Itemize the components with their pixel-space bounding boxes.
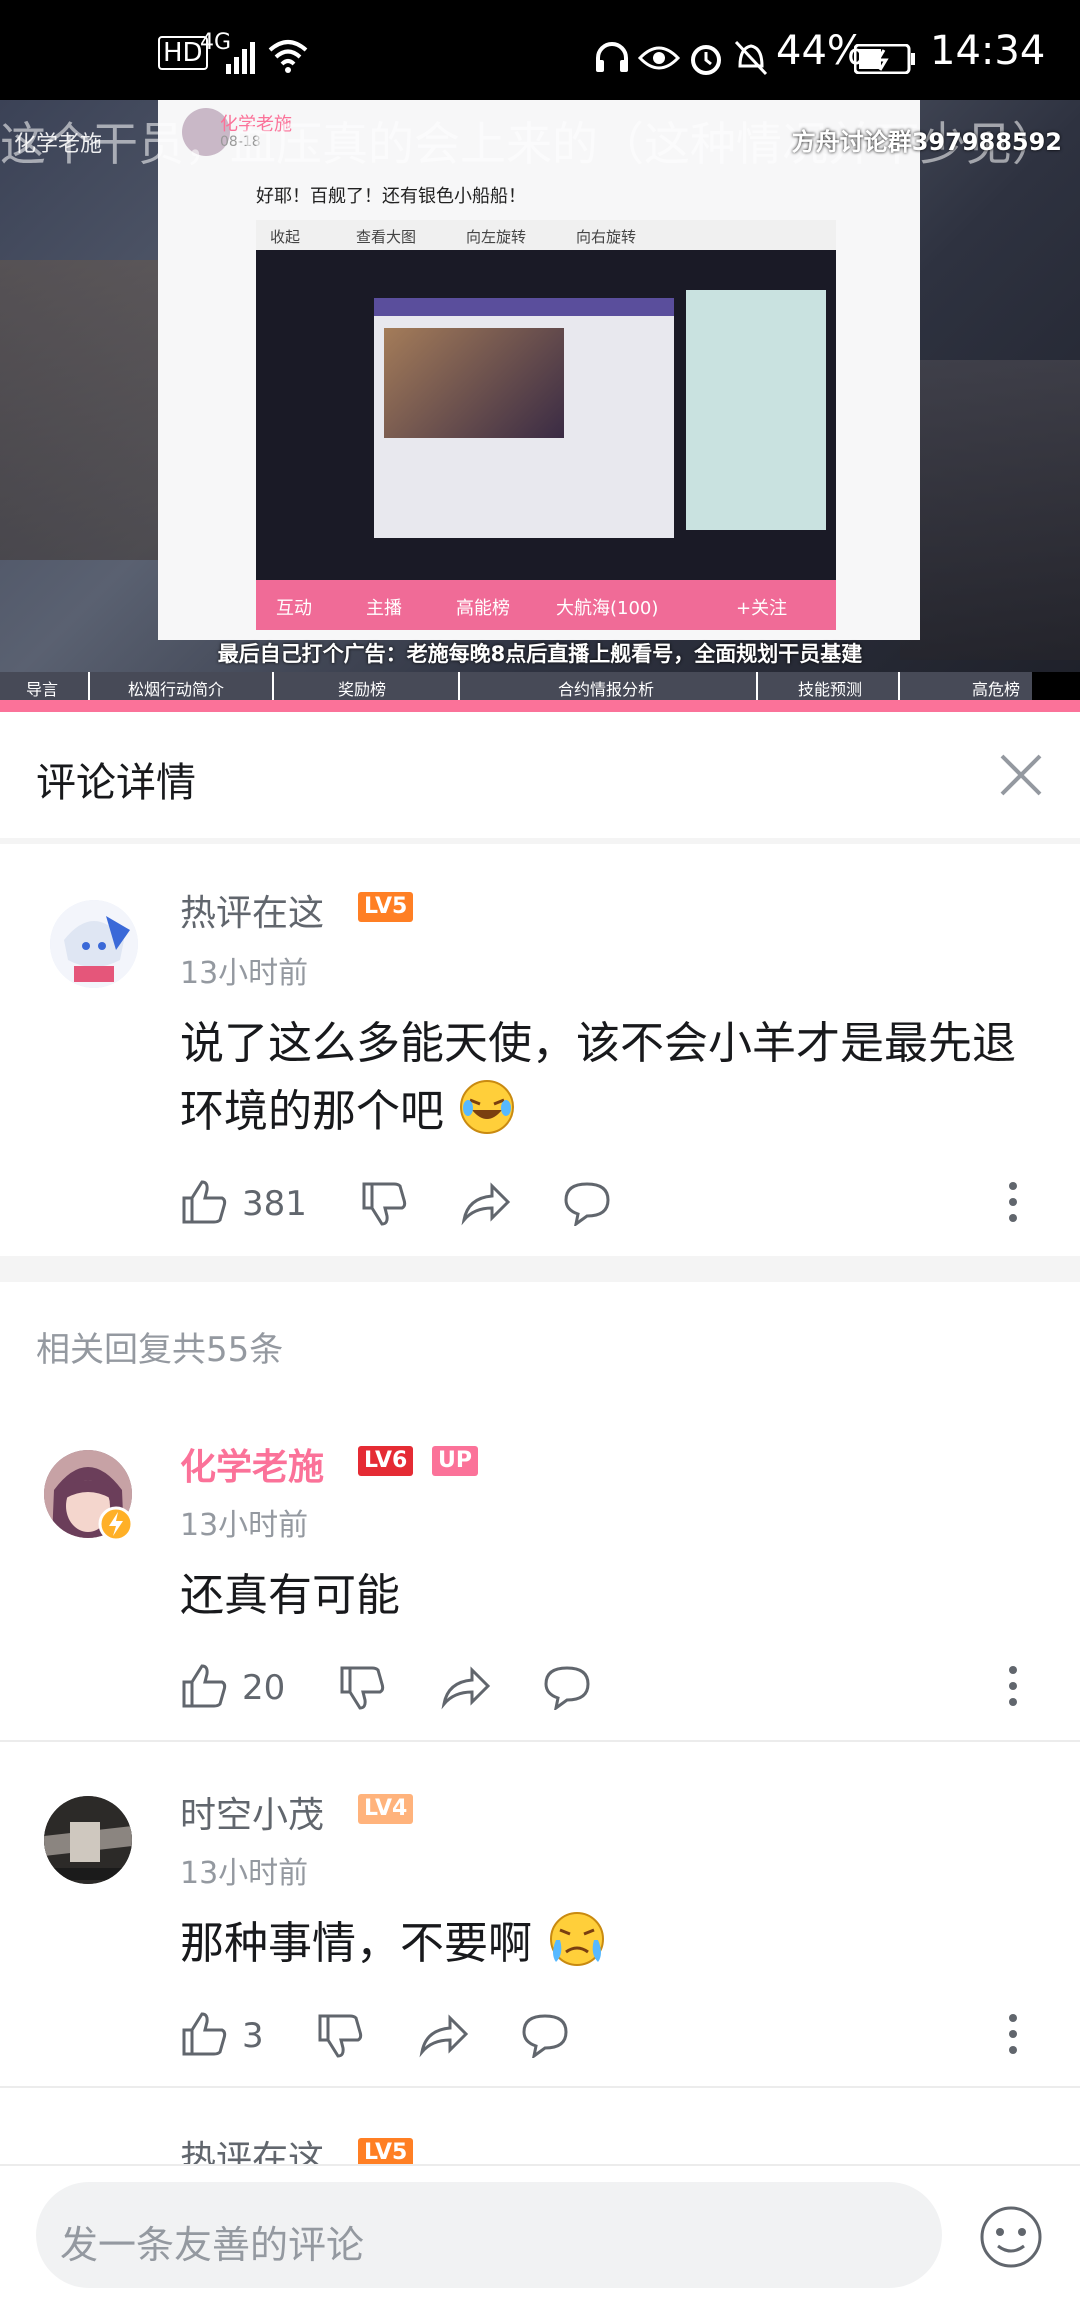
page-title: 评论详情 [36, 760, 196, 806]
eye-icon [638, 46, 680, 70]
reply-icon[interactable] [562, 1180, 612, 1226]
up-badge: UP [432, 1446, 478, 1476]
divider [0, 1740, 1080, 1742]
chapter-item[interactable]: 导言 [26, 676, 58, 700]
avatar[interactable] [44, 1796, 132, 1884]
more-icon[interactable] [1006, 2012, 1020, 2056]
background-ruins-right [900, 360, 1080, 660]
chapter-item[interactable]: 松烟行动简介 [128, 676, 224, 700]
like-count: 3 [242, 2016, 264, 2056]
level-badge: LV6 [358, 1446, 414, 1476]
battery-icon [854, 44, 915, 74]
more-icon[interactable] [1006, 1664, 1020, 1708]
comment-content: 说了这么多能天使，该不会小羊才是最先退环境的那个吧 [180, 1018, 1016, 1137]
divider [0, 838, 1080, 844]
comment-time: 13小时前 [180, 956, 309, 991]
screenshot-tab-bar: 互动 主播 高能榜 大航海(100) +关注 [256, 580, 836, 630]
video-watermark: 化学老施 [14, 132, 103, 157]
group-note: 方舟讨论群397988592 [791, 128, 1062, 156]
like-icon[interactable] [180, 2010, 228, 2058]
share-icon[interactable] [460, 1180, 512, 1226]
dislike-icon[interactable] [360, 1180, 408, 1228]
screenshot-chat-panel [686, 290, 826, 530]
chapter-item[interactable]: 高危榜 [972, 676, 1020, 700]
replies-count: 相关回复共55条 [36, 1330, 284, 1370]
section-divider [0, 1256, 1080, 1282]
stream-screenshot: 互动 主播 高能榜 大航海(100) +关注 [256, 250, 836, 630]
dislike-icon[interactable] [316, 2012, 364, 2060]
screenshot-browser [374, 298, 674, 538]
toolbar-view-large: 查看大图 [356, 228, 417, 246]
comment-time: 13小时前 [180, 1508, 309, 1543]
comment-username[interactable]: 时空小茂 [180, 1786, 324, 1838]
level-badge: LV4 [358, 1794, 414, 1824]
mute-bell-icon [734, 40, 768, 76]
crying-emoji-icon [550, 1912, 604, 1966]
dislike-icon[interactable] [338, 1664, 386, 1712]
comment-content: 还真有可能 [180, 1570, 400, 1621]
headphones-icon [596, 42, 628, 72]
laugh-cry-emoji-icon [460, 1080, 514, 1134]
like-icon[interactable] [180, 1662, 228, 1710]
post-text: 好耶！百舰了！还有银色小船船！ [256, 186, 526, 207]
close-icon[interactable] [996, 750, 1046, 800]
chapter-item[interactable]: 技能预测 [798, 676, 862, 700]
video-ad-caption: 最后自己打个广告：老施每晚8点后直播上舰看号，全面规划干员基建 [217, 642, 863, 666]
like-count: 381 [242, 1184, 307, 1224]
share-icon[interactable] [440, 1664, 492, 1710]
chapter-item[interactable]: 合约情报分析 [558, 676, 654, 700]
image-toolbar: 收起 查看大图 向左旋转 向右旋转 [256, 220, 836, 250]
reply-icon[interactable] [542, 1664, 592, 1710]
reply-icon[interactable] [520, 2012, 570, 2058]
more-icon[interactable] [1006, 1180, 1020, 1224]
avatar[interactable] [50, 900, 138, 988]
comment-username[interactable]: 化学老施 [180, 1438, 324, 1490]
anime-avatar-icon [50, 900, 138, 988]
level-badge: LV5 [358, 892, 414, 922]
toolbar-collapse: 收起 [270, 228, 301, 246]
comment-content: 那种事情，不要啊 [180, 1910, 608, 1978]
battery-percent: 44% [776, 28, 865, 74]
alarm-icon [691, 45, 721, 75]
comment-input-placeholder: 发一条友善的评论 [60, 2223, 365, 2267]
toolbar-rotate-right: 向右旋转 [576, 228, 637, 246]
wifi-icon [268, 40, 308, 73]
comment-time: 13小时前 [180, 1856, 309, 1891]
status-bar: HD 4G 44% 14:34 [0, 0, 1080, 100]
clock: 14:34 [930, 28, 1046, 74]
like-count: 20 [242, 1668, 286, 1708]
chapter-bar[interactable]: 导言 松烟行动简介 奖励榜 合约情报分析 技能预测 高危榜 [0, 672, 1080, 700]
emoji-picker-icon[interactable] [978, 2204, 1044, 2270]
divider [0, 2086, 1080, 2088]
signal-icon [226, 42, 255, 74]
like-icon[interactable] [180, 1178, 228, 1226]
chapter-item[interactable]: 奖励榜 [338, 676, 386, 700]
comment-username[interactable]: 热评在这 [180, 884, 324, 936]
verified-lightning-icon [98, 1506, 134, 1542]
share-icon[interactable] [418, 2012, 470, 2058]
toolbar-rotate-left: 向左旋转 [466, 228, 527, 246]
photo-avatar-icon [44, 1796, 132, 1884]
progress-bar[interactable] [0, 700, 1080, 712]
video-player[interactable]: 化学老施 08-18 好耶！百舰了！还有银色小船船！ 收起 查看大图 向左旋转 … [0, 100, 1080, 712]
